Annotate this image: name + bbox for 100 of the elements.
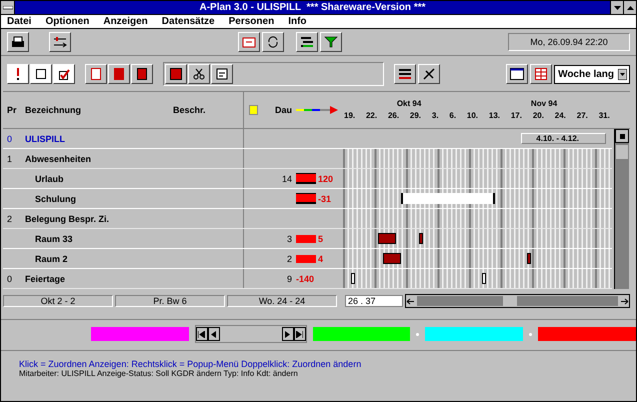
scroll-thumb[interactable]: [503, 296, 518, 306]
sort-button[interactable]: [49, 32, 71, 52]
filter-button[interactable]: [320, 32, 342, 52]
checked-button[interactable]: [53, 64, 75, 84]
left-triangle-icon: [211, 330, 216, 338]
row-label[interactable]: Urlaub: [35, 174, 64, 184]
minimize-button[interactable]: [610, 1, 623, 14]
row-label[interactable]: Raum 2: [35, 254, 68, 264]
refresh-button[interactable]: [262, 32, 284, 52]
row-number: 0: [7, 274, 12, 284]
previous-button[interactable]: [208, 327, 220, 341]
window-icon: [510, 68, 524, 80]
day-label: 27.: [576, 110, 588, 120]
row-label[interactable]: Raum 33: [35, 234, 73, 244]
document-icon: [170, 68, 182, 80]
color-swatch[interactable]: [312, 327, 410, 341]
print-button[interactable]: [7, 32, 29, 52]
row-label[interactable]: Schulung: [35, 194, 76, 204]
exclamation-icon: [15, 68, 21, 80]
reading-value: -140: [296, 274, 314, 284]
status-field: Okt 2 - 2: [3, 295, 113, 307]
help-text: Klick = Zuordnen Anzeigen: Rechtsklick = Popup-Menü Doppelklick: Zuordnen ändern: [19, 359, 362, 369]
color-swatch[interactable]: [91, 327, 189, 341]
menu-item[interactable]: Info: [288, 16, 307, 27]
schedule-bar[interactable]: [418, 233, 423, 244]
link-button[interactable]: [418, 64, 440, 84]
grid-button[interactable]: [530, 64, 552, 84]
duration-value: 3: [286, 234, 292, 244]
scroll-thumb[interactable]: [616, 145, 628, 159]
color-swatch[interactable]: [425, 327, 524, 341]
lines-button[interactable]: [296, 32, 318, 52]
menu-item[interactable]: Datei: [7, 16, 32, 27]
schedule-bar[interactable]: [351, 273, 355, 284]
paste-button[interactable]: [211, 64, 233, 84]
day-label: 3.: [432, 110, 439, 120]
status-field: Pr. Bw 6: [115, 295, 225, 307]
day-label: 31.: [598, 110, 610, 120]
row-label[interactable]: Feiertage: [25, 274, 66, 284]
vertical-scrollbar[interactable]: [614, 129, 629, 289]
day-label: 20.: [532, 110, 544, 120]
calendar-button[interactable]: [238, 32, 260, 52]
last-button[interactable]: [294, 327, 306, 341]
date-range-display: 4.10. - 4.12.: [521, 133, 606, 144]
column-header[interactable]: Pr: [3, 105, 25, 115]
column-header[interactable]: Dau: [262, 105, 292, 115]
reading-value: 120: [318, 174, 334, 184]
document-button[interactable]: [108, 64, 130, 84]
priority-button[interactable]: [7, 64, 29, 84]
delete-button[interactable]: [165, 64, 187, 84]
status-text: Mitarbeiter: ULISPILL Anzeige-Status: Soll KGDR ändern Typ: Info Kdt: ändern: [19, 369, 299, 378]
row-number: 2: [7, 214, 12, 224]
note-icon: [248, 105, 258, 115]
menu-item[interactable]: Personen: [228, 16, 274, 27]
position-field[interactable]: 26 . 37: [345, 295, 403, 307]
document-button[interactable]: [131, 64, 153, 84]
menu-item[interactable]: Datensätze: [162, 16, 215, 27]
document-icon: [91, 68, 101, 80]
schedule-bar[interactable]: [382, 253, 400, 264]
first-button[interactable]: [196, 327, 208, 341]
maximize-button[interactable]: [623, 1, 636, 14]
row-label[interactable]: ULISPILL: [25, 134, 65, 144]
lines-button[interactable]: [394, 64, 416, 84]
reading-value: 5: [318, 234, 324, 244]
color-swatch[interactable]: [538, 327, 636, 341]
system-menu-button[interactable]: [1, 1, 15, 14]
menu-item[interactable]: Anzeigen: [103, 16, 148, 27]
column-header[interactable]: Bezeichnung: [25, 105, 173, 115]
up-triangle-icon: [626, 6, 634, 10]
horizontal-scrollbar[interactable]: [405, 294, 630, 308]
cut-button[interactable]: [188, 64, 210, 84]
scissors-icon: [193, 68, 205, 80]
circular-arrows-icon: [266, 36, 280, 48]
duration-value: 14: [282, 174, 292, 184]
schedule-bar[interactable]: [526, 253, 531, 264]
schedule-bar[interactable]: [400, 193, 495, 204]
reading-value: -31: [318, 194, 332, 204]
day-label: 26.: [388, 110, 400, 120]
grid-icon: [535, 68, 548, 80]
view-dropdown[interactable]: Woche lang: [554, 64, 630, 84]
document-button[interactable]: [85, 64, 107, 84]
row-number: 1: [7, 154, 12, 164]
day-label: 29.: [410, 110, 422, 120]
menu-item[interactable]: Optionen: [45, 16, 90, 27]
document-icon: [114, 68, 124, 80]
column-header[interactable]: Beschr.: [173, 92, 244, 128]
bars-icon: [300, 36, 314, 48]
row-label[interactable]: Belegung Bespr. Zi.: [25, 214, 110, 224]
checkmark-icon: [58, 68, 70, 80]
row-label[interactable]: Abwesenheiten: [25, 154, 92, 164]
menu-icon: [2, 6, 12, 10]
day-label: 17.: [510, 110, 522, 120]
day-label: 19.: [344, 110, 356, 120]
schedule-bar[interactable]: [482, 273, 486, 284]
status-field: Wo. 24 - 24: [227, 295, 337, 307]
skip-end-icon: [296, 330, 303, 338]
unchecked-button[interactable]: [30, 64, 52, 84]
window-button[interactable]: [506, 64, 528, 84]
funnel-icon: [324, 36, 338, 48]
next-button[interactable]: [282, 327, 294, 341]
clipboard-icon: [216, 68, 228, 80]
